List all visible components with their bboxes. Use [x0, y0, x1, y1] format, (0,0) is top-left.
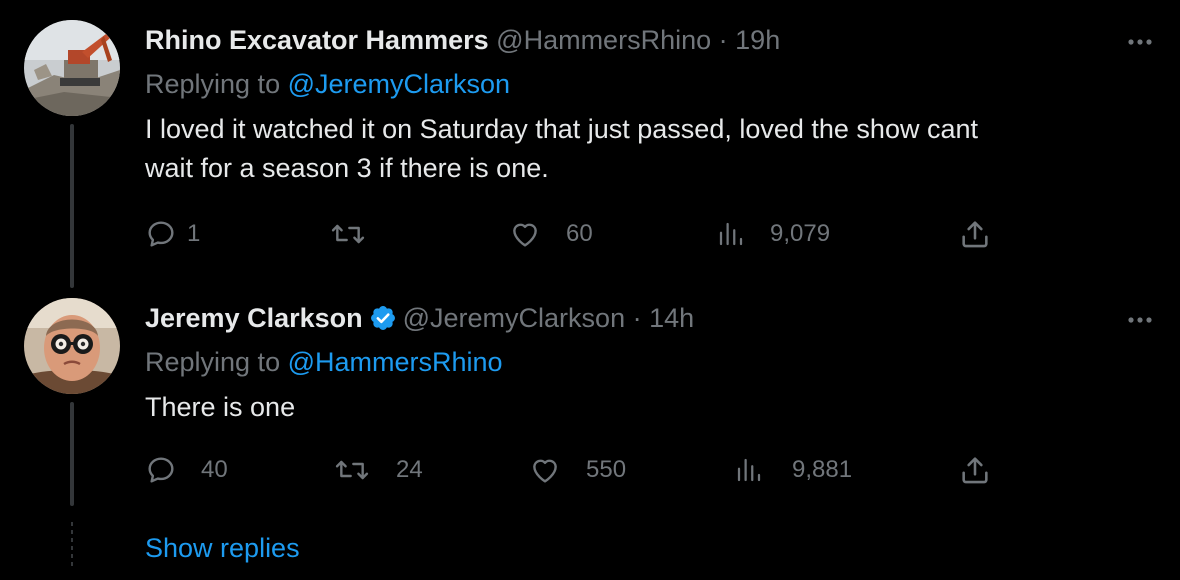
reply-bubble-icon — [148, 221, 174, 247]
author-name[interactable]: Rhino Excavator Hammers — [145, 22, 489, 58]
replying-to-prefix: Replying to — [145, 69, 281, 99]
reply-button[interactable]: 1 — [145, 216, 200, 252]
retweet-button[interactable] — [330, 216, 382, 252]
like-button[interactable]: 550 — [528, 452, 626, 488]
thread-dotted-connector — [71, 522, 73, 566]
retweet-icon — [335, 460, 369, 480]
like-button[interactable]: 60 — [508, 216, 593, 252]
reply-count: 1 — [187, 220, 201, 247]
avatar[interactable] — [24, 298, 120, 394]
avatar[interactable] — [24, 20, 120, 116]
header-separator: · — [718, 25, 728, 55]
replying-to-line: Replying to @HammersRhino — [145, 344, 503, 380]
author-name[interactable]: Jeremy Clarkson — [145, 300, 363, 336]
heart-icon — [513, 223, 537, 247]
author-handle[interactable]: @JeremyClarkson — [403, 300, 625, 336]
views-count: 9,079 — [770, 220, 831, 247]
like-count: 60 — [566, 220, 593, 247]
tweet-text-line: There is one — [145, 392, 296, 422]
share-button[interactable] — [958, 452, 992, 488]
replying-to-mention[interactable]: @JeremyClarkson — [288, 69, 510, 99]
tweet-text: I loved it watched it on Saturday that j… — [145, 110, 1135, 188]
thread-connector-line — [70, 124, 74, 288]
tweet-text: There is one — [145, 388, 1135, 427]
replying-to-line: Replying to @JeremyClarkson — [145, 66, 510, 102]
tweet-header: Rhino Excavator Hammers @HammersRhino · … — [145, 22, 780, 58]
views-button[interactable]: 9,881 — [734, 452, 852, 488]
more-options-icon[interactable] — [1122, 24, 1158, 60]
views-button[interactable]: 9,079 — [716, 216, 830, 252]
share-upload-icon — [962, 221, 988, 248]
author-handle[interactable]: @HammersRhino — [496, 22, 711, 58]
reply-bubble-icon — [148, 457, 174, 483]
tweet-text-line: wait for a season 3 if there is one. — [145, 153, 549, 183]
reply-button[interactable]: 40 — [145, 452, 228, 488]
thread-connector-line — [70, 402, 74, 506]
tweet-text-line: I loved it watched it on Saturday that j… — [145, 114, 978, 144]
timestamp[interactable]: 14h — [649, 300, 694, 336]
show-replies-link[interactable]: Show replies — [145, 530, 300, 566]
man-with-glasses-avatar — [24, 298, 120, 394]
share-upload-icon — [962, 457, 988, 484]
replying-to-mention[interactable]: @HammersRhino — [288, 347, 503, 377]
retweet-count: 24 — [396, 456, 423, 483]
retweet-button[interactable]: 24 — [334, 452, 423, 488]
share-button[interactable] — [958, 216, 992, 252]
tweet-header: Jeremy Clarkson @JeremyClarkson · 14h — [145, 300, 694, 336]
excavator-photo-avatar — [24, 20, 120, 116]
replying-to-prefix: Replying to — [145, 347, 281, 377]
views-bar-chart-icon — [719, 222, 743, 246]
views-count: 9,881 — [792, 456, 853, 483]
reply-count: 40 — [201, 456, 228, 483]
header-separator: · — [632, 303, 642, 333]
views-bar-chart-icon — [737, 458, 761, 482]
timestamp[interactable]: 19h — [735, 22, 780, 58]
retweet-icon — [331, 224, 365, 244]
heart-icon — [533, 459, 557, 483]
like-count: 550 — [586, 456, 627, 483]
verified-badge-icon — [369, 304, 397, 332]
more-options-icon[interactable] — [1122, 302, 1158, 338]
